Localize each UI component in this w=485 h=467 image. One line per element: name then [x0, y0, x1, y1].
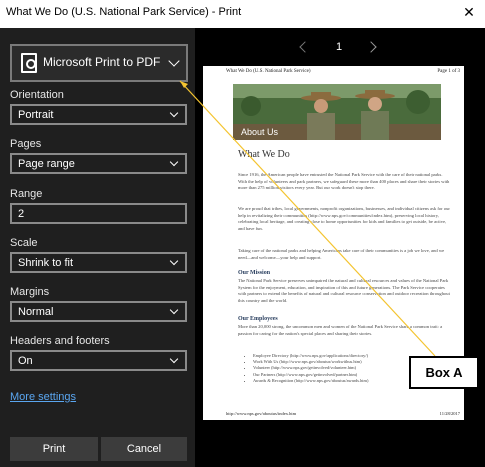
- annotation-arrow: [179, 80, 436, 357]
- annotation-box-a: Box A: [409, 356, 479, 389]
